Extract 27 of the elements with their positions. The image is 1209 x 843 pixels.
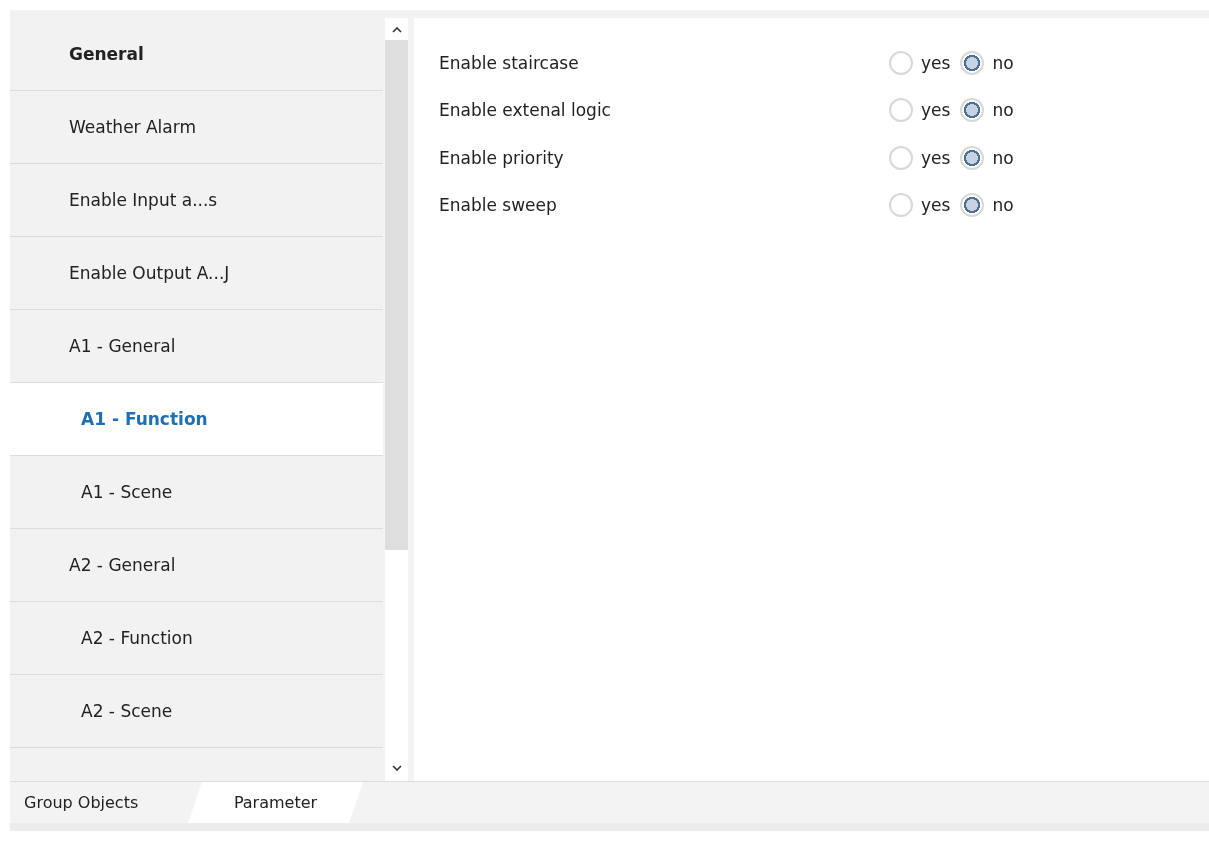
parameter-label: Enable priority [438,147,565,168]
option-label[interactable]: no [992,100,1014,121]
scrollbar[interactable] [385,18,408,781]
radio-button[interactable] [889,193,913,218]
radio-button[interactable] [960,50,985,75]
tab[interactable]: Parameter [188,782,363,823]
radio-button[interactable] [960,193,985,218]
option-label[interactable]: no [992,147,1014,168]
tab[interactable]: Group Objects [10,782,188,823]
sidebar-item[interactable]: A1 - Function [10,383,383,456]
radio-button[interactable] [889,98,913,123]
scroll-down-icon[interactable] [391,765,402,771]
option-label[interactable]: yes [921,147,951,168]
radio-button[interactable] [889,50,913,75]
option-label[interactable]: yes [921,100,951,121]
parameter-label: Enable extenal logic [438,100,612,121]
radio-button[interactable] [889,145,913,170]
scroll-up-icon[interactable] [391,27,402,33]
parameter-label: Enable sweep [438,195,558,216]
option-label[interactable]: no [992,195,1014,216]
scroll-thumb[interactable] [385,40,408,550]
parameter-label: Enable staircase [438,52,580,73]
radio-button[interactable] [960,98,985,123]
option-label[interactable]: no [992,52,1014,73]
option-label[interactable]: yes [921,52,951,73]
option-label[interactable]: yes [921,195,951,216]
radio-button[interactable] [960,145,985,170]
